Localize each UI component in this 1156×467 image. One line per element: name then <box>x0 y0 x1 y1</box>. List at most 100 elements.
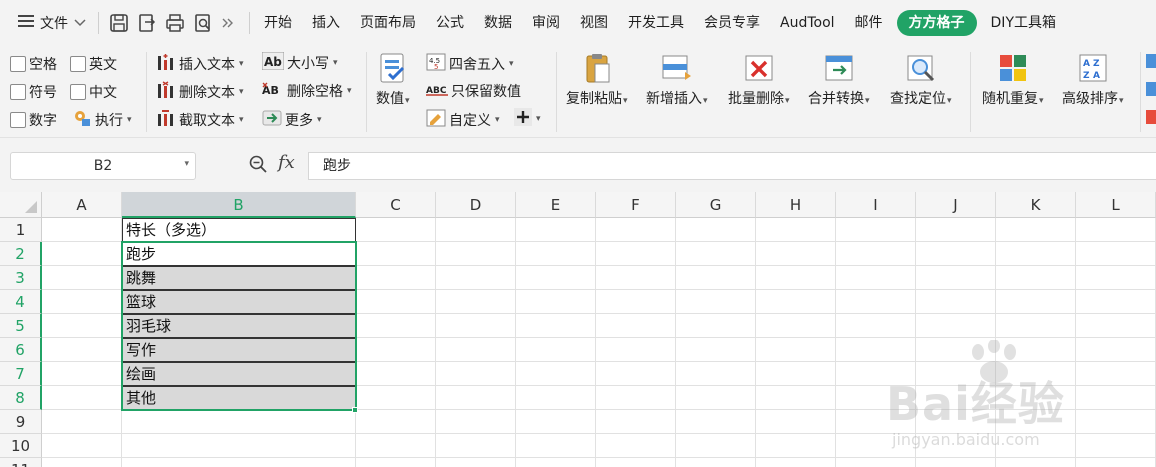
name-box-value: B2 <box>93 158 113 174</box>
column-header-i[interactable]: I <box>836 192 916 218</box>
insert-text-icon <box>156 52 176 76</box>
dropdown-arrow-icon: ▾ <box>333 58 338 68</box>
overflow-tool-icon[interactable] <box>1146 54 1156 124</box>
round-icon: 4.5 5 <box>426 52 446 76</box>
tab-review[interactable]: 审阅 <box>522 0 570 46</box>
save-icon[interactable] <box>109 13 129 33</box>
cell-b8[interactable]: 其他 <box>122 386 356 410</box>
round-button[interactable]: 4.5 5 四舍五入 ▾ <box>426 52 514 76</box>
row-header-9[interactable]: 9 <box>0 410 42 434</box>
cell-b5[interactable]: 羽毛球 <box>122 314 356 338</box>
extract-text-button[interactable]: 截取文本 ▾ <box>156 108 244 132</box>
tab-fangfanggezi[interactable]: 方方格子 <box>896 10 977 36</box>
copy-paste-button[interactable]: 复制粘贴▾ <box>566 52 628 108</box>
row-header-5[interactable]: 5 <box>0 314 42 338</box>
formula-bar: B2 ▾ fx 跑步 <box>0 138 1156 192</box>
new-insert-button[interactable]: 新增插入▾ <box>646 52 708 108</box>
tab-view[interactable]: 视图 <box>570 0 618 46</box>
column-header-g[interactable]: G <box>676 192 756 218</box>
tab-formulas[interactable]: 公式 <box>426 0 474 46</box>
find-locate-button[interactable]: 查找定位▾ <box>890 52 952 108</box>
value-button[interactable]: 数值▾ <box>376 52 410 108</box>
row-header-10[interactable]: 10 <box>0 434 42 458</box>
print-preview-icon[interactable] <box>193 13 213 33</box>
row-header-2[interactable]: 2 <box>0 242 42 266</box>
zoom-search-icon[interactable] <box>248 154 268 178</box>
tab-developer[interactable]: 开发工具 <box>618 0 694 46</box>
checkbox-box <box>10 84 26 100</box>
execute-button[interactable]: 执行 ▾ <box>72 108 132 132</box>
advanced-sort-button[interactable]: AZZA 高级排序▾ <box>1062 52 1124 108</box>
name-box[interactable]: B2 ▾ <box>10 152 196 180</box>
custom-button[interactable]: 自定义 ▾ <box>426 108 500 132</box>
cell-b1[interactable]: 特长（多选） <box>122 218 356 242</box>
print-icon[interactable] <box>165 13 185 33</box>
tab-member[interactable]: 会员专享 <box>694 0 770 46</box>
row-header-3[interactable]: 3 <box>0 266 42 290</box>
batch-delete-button[interactable]: 批量删除▾ <box>728 52 790 108</box>
tab-home[interactable]: 开始 <box>254 0 302 46</box>
column-header-a[interactable]: A <box>42 192 122 218</box>
select-all-corner[interactable] <box>0 192 42 218</box>
extract-text-icon <box>156 108 176 132</box>
custom-icon <box>426 108 446 132</box>
more-chevron-icon[interactable] <box>221 17 235 29</box>
tab-diy-toolbox[interactable]: DIY工具箱 <box>981 0 1066 46</box>
row-header-6[interactable]: 6 <box>0 338 42 362</box>
tab-data[interactable]: 数据 <box>474 0 522 46</box>
cell-b2[interactable]: 跑步 <box>122 242 356 266</box>
cell-b4[interactable]: 篮球 <box>122 290 356 314</box>
column-header-e[interactable]: E <box>516 192 596 218</box>
file-menu[interactable]: 文件 <box>0 0 94 46</box>
fx-icon[interactable]: fx <box>278 152 295 173</box>
random-repeat-button[interactable]: 随机重复▾ <box>982 52 1044 108</box>
column-header-f[interactable]: F <box>596 192 676 218</box>
menu-bar: 文件 开始 插入 页面布局 公式 数据 审阅 视图 开发工具 会员专享 AudT… <box>0 0 1156 46</box>
delete-text-button[interactable]: 删除文本 ▾ <box>156 80 244 104</box>
quick-access-toolbar <box>103 13 245 33</box>
row-header-7[interactable]: 7 <box>0 362 42 386</box>
delete-space-button[interactable]: AB 删除空格 ▾ <box>262 80 352 102</box>
case-button[interactable]: Ab 大小写 ▾ <box>261 51 338 74</box>
row-header-11[interactable]: 11 <box>0 458 42 467</box>
insert-text-button[interactable]: 插入文本 ▾ <box>156 52 244 76</box>
tab-audtool[interactable]: AudTool <box>770 0 845 46</box>
find-locate-icon <box>905 52 937 84</box>
row-header-8[interactable]: 8 <box>0 386 42 410</box>
cell-b3[interactable]: 跳舞 <box>122 266 356 290</box>
tab-page-layout[interactable]: 页面布局 <box>350 0 426 46</box>
column-header-k[interactable]: K <box>996 192 1076 218</box>
checkbox-kongge[interactable]: 空格 <box>10 54 57 74</box>
column-header-j[interactable]: J <box>916 192 996 218</box>
checkbox-yingwen[interactable]: 英文 <box>70 54 117 74</box>
ribbon-divider <box>1140 52 1141 132</box>
dropdown-arrow-icon: ▾ <box>239 115 244 125</box>
fill-handle[interactable] <box>352 407 358 413</box>
dropdown-arrow-icon: ▾ <box>536 114 541 124</box>
checkbox-box <box>70 84 86 100</box>
cell-b7[interactable]: 绘画 <box>122 362 356 386</box>
formula-input[interactable]: 跑步 <box>308 152 1156 180</box>
more-button[interactable]: 更多 ▾ <box>262 108 322 132</box>
column-header-b[interactable]: B <box>122 192 356 218</box>
column-header-c[interactable]: C <box>356 192 436 218</box>
checkbox-shuzi[interactable]: 数字 <box>10 110 57 130</box>
execute-icon <box>72 108 92 132</box>
column-header-l[interactable]: L <box>1076 192 1156 218</box>
column-header-h[interactable]: H <box>756 192 836 218</box>
export-pdf-icon[interactable] <box>137 13 157 33</box>
checkbox-fuhao[interactable]: 符号 <box>10 82 57 102</box>
column-header-d[interactable]: D <box>436 192 516 218</box>
delete-space-label: 删除空格 <box>287 84 343 100</box>
case-label: 大小写 <box>287 56 329 72</box>
checkbox-zhongwen[interactable]: 中文 <box>70 82 117 102</box>
svg-text:Ab: Ab <box>264 55 282 69</box>
cell-b6[interactable]: 写作 <box>122 338 356 362</box>
row-header-4[interactable]: 4 <box>0 290 42 314</box>
tab-insert[interactable]: 插入 <box>302 0 350 46</box>
tab-mail[interactable]: 邮件 <box>845 0 893 46</box>
add-button[interactable]: ▾ <box>514 108 541 130</box>
keep-value-button[interactable]: ABC 只保留数值 <box>426 80 521 102</box>
row-header-1[interactable]: 1 <box>0 218 42 242</box>
merge-convert-button[interactable]: 合并转换▾ <box>808 52 870 108</box>
